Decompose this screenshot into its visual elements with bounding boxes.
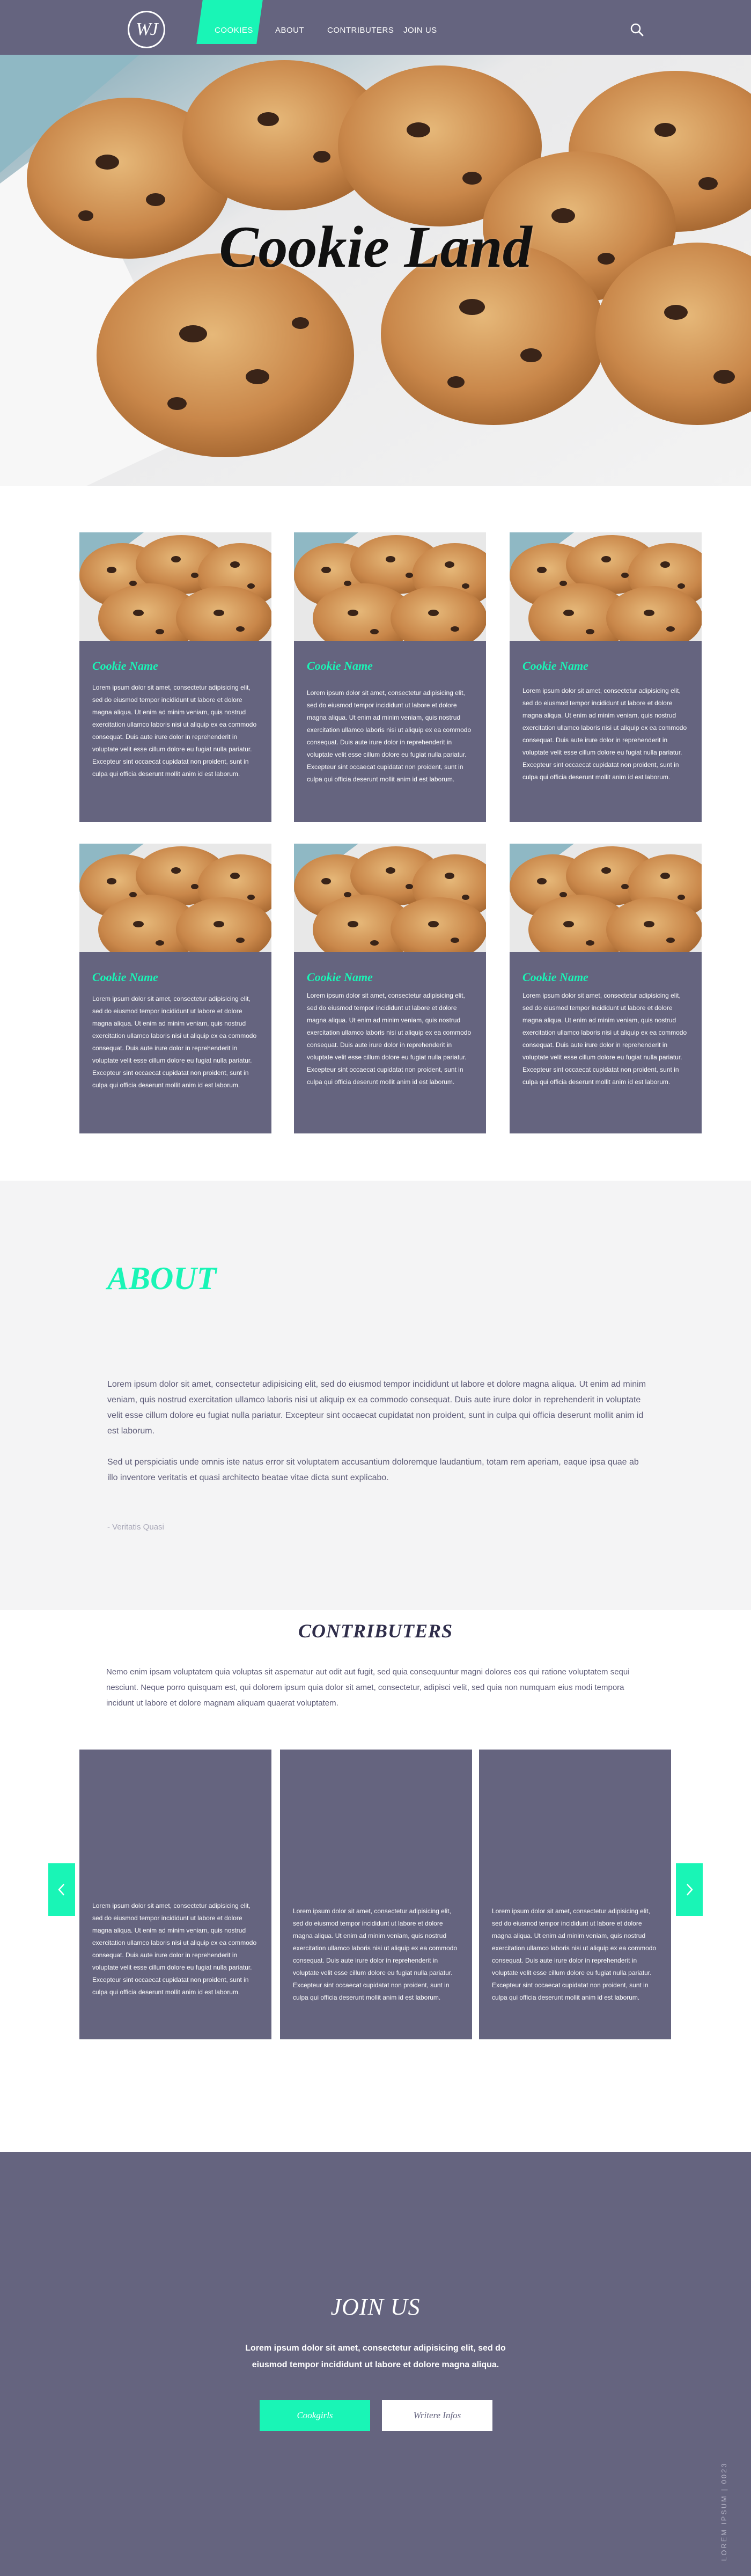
nav-active-highlight	[196, 0, 263, 44]
about-title: ABOUT	[107, 1261, 217, 1296]
about-section: ABOUT Lorem ipsum dolor sit amet, consec…	[0, 1181, 751, 1610]
cookie-card-text: Lorem ipsum dolor sit amet, consectetur …	[522, 687, 687, 781]
footer-side-text: LOREM IPSUM | 0023	[720, 2462, 728, 2561]
contributer-card[interactable]: Lorem ipsum dolor sit amet, consectetur …	[280, 1750, 472, 2039]
cookie-card[interactable]: Cookie Name Lorem ipsum dolor sit amet, …	[510, 532, 702, 822]
nav-item-join-us[interactable]: JOIN US	[403, 26, 437, 35]
join-section: JOIN US Lorem ipsum dolor sit amet, cons…	[0, 2152, 751, 2576]
about-paragraph: Sed ut perspiciatis unde omnis iste natu…	[107, 1458, 639, 1482]
join-title: JOIN US	[330, 2294, 421, 2320]
cookie-card-image	[294, 844, 486, 952]
cookie-card[interactable]: Cookie Name Lorem ipsum dolor sit amet, …	[79, 844, 271, 1133]
cookie-card-image	[294, 532, 486, 641]
cookie-card-title: Cookie Name	[522, 970, 588, 984]
about-paragraph: Lorem ipsum dolor sit amet, consectetur …	[107, 1380, 646, 1436]
carousel-next-button[interactable]	[676, 1863, 703, 1916]
nav-item-about[interactable]: ABOUT	[275, 26, 304, 35]
search-icon[interactable]	[630, 23, 644, 36]
cookie-card[interactable]: Cookie Name Lorem ipsum dolor sit amet, …	[294, 844, 486, 1133]
cookie-card-title: Cookie Name	[92, 659, 158, 672]
cookie-card-text: Lorem ipsum dolor sit amet, consectetur …	[522, 992, 687, 1086]
nav-item-contributers[interactable]: CONTRIBUTERS	[327, 26, 394, 35]
chevron-left-icon	[58, 1884, 64, 1896]
cookie-card-title: Cookie Name	[307, 659, 373, 672]
cookie-card-text: Lorem ipsum dolor sit amet, consectetur …	[307, 992, 472, 1086]
cookie-card-title: Cookie Name	[522, 659, 588, 672]
cookie-card-text: Lorem ipsum dolor sit amet, consectetur …	[307, 689, 472, 783]
join-text: Lorem ipsum dolor sit amet, consectetur …	[245, 2344, 506, 2369]
contributers-intro: Nemo enim ipsam voluptatem quia voluptas…	[106, 1667, 630, 1708]
cookie-card-image	[79, 844, 271, 952]
cookie-card-image	[79, 532, 271, 641]
contributer-card[interactable]: Lorem ipsum dolor sit amet, consectetur …	[79, 1750, 271, 2039]
nav-item-cookies[interactable]: COOKIES	[215, 26, 253, 35]
cookie-card-image	[510, 844, 702, 952]
cookie-card-image	[510, 532, 702, 641]
site-logo[interactable]: WJ	[128, 11, 165, 48]
cookie-card-text: Lorem ipsum dolor sit amet, consectetur …	[92, 995, 257, 1089]
cookie-card-text: Lorem ipsum dolor sit amet, consectetur …	[92, 684, 257, 778]
cookie-card[interactable]: Cookie Name Lorem ipsum dolor sit amet, …	[79, 532, 271, 822]
contributers-title: CONTRIBUTERS	[298, 1620, 453, 1642]
contributer-card-text: Lorem ipsum dolor sit amet, consectetur …	[492, 1907, 657, 2001]
contributer-card-text: Lorem ipsum dolor sit amet, consectetur …	[92, 1902, 257, 1996]
cookgirls-button[interactable]: Cookgirls	[260, 2400, 370, 2431]
about-signature: - Veritatis Quasi	[107, 1523, 164, 1532]
writer-infos-button[interactable]: Writere Infos	[382, 2400, 492, 2431]
contributer-card[interactable]: Lorem ipsum dolor sit amet, consectetur …	[479, 1750, 671, 2039]
cookie-card-title: Cookie Name	[307, 970, 373, 984]
cookie-card[interactable]: Cookie Name Lorem ipsum dolor sit amet, …	[294, 532, 486, 822]
hero-title: Cookie Land	[219, 214, 532, 280]
cookie-card-title: Cookie Name	[92, 970, 158, 984]
contributer-card-text: Lorem ipsum dolor sit amet, consectetur …	[293, 1907, 458, 2001]
chevron-right-icon	[687, 1884, 693, 1896]
cookie-card[interactable]: Cookie Name Lorem ipsum dolor sit amet, …	[510, 844, 702, 1133]
hero-banner: Cookie Land	[0, 55, 751, 486]
carousel-prev-button[interactable]	[48, 1863, 75, 1916]
top-nav: WJ COOKIES ABOUT CONTRIBUTERS JOIN US	[0, 0, 751, 55]
